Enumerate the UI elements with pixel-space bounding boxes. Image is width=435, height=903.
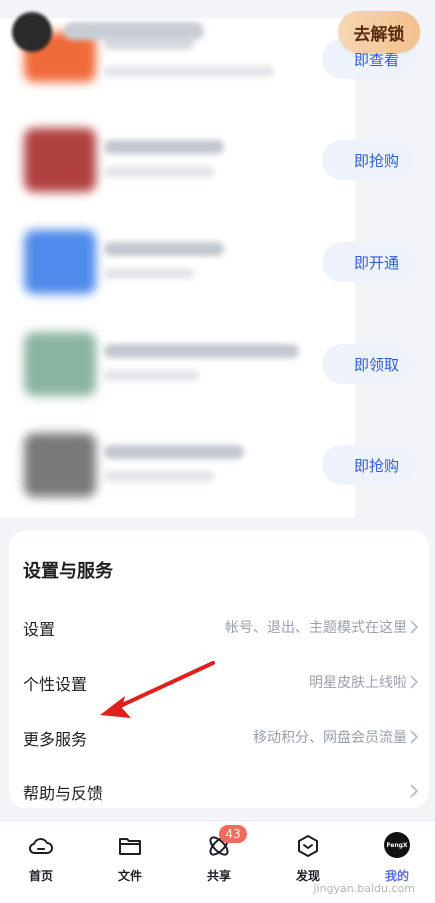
- chevron-right-icon: [410, 730, 419, 744]
- promo-row: 即抢购: [0, 425, 435, 505]
- promo-thumbnail: [24, 332, 96, 396]
- promo-title-blurred: [104, 445, 244, 459]
- row-label: 设置: [23, 620, 56, 639]
- promo-subtitle-blurred: [104, 268, 194, 279]
- settings-services-panel: 设置与服务 设置 帐号、退出、主题模式在这里 个性设置 明星皮肤上线啦 更多服务…: [9, 531, 429, 808]
- promo-thumbnail: [24, 230, 96, 294]
- username-blurred: [64, 22, 204, 40]
- promo-open-button[interactable]: 即开通: [322, 242, 416, 282]
- notification-badge: 43: [219, 825, 247, 843]
- row-label: 帮助与反馈: [23, 784, 104, 803]
- bottom-nav: 首页 文件 43 共享 发现 FengX 我的 jingyan.baidu.co…: [0, 820, 435, 903]
- nav-item-home[interactable]: 首页: [11, 829, 71, 889]
- nav-item-share[interactable]: 43 共享: [189, 825, 249, 889]
- promo-subtitle-blurred: [104, 166, 214, 177]
- nav-item-files[interactable]: 文件: [100, 829, 160, 889]
- promo-title-blurred: [104, 242, 224, 256]
- settings-row-help[interactable]: 帮助与反馈: [9, 764, 429, 818]
- settings-row-settings[interactable]: 设置 帐号、退出、主题模式在这里: [9, 600, 429, 654]
- chevron-right-icon: [410, 675, 419, 689]
- nav-label: 文件: [117, 869, 142, 883]
- folder-icon: [119, 838, 141, 855]
- unlock-button[interactable]: 去解锁: [338, 11, 420, 53]
- discover-icon: [298, 835, 318, 857]
- promo-row: 即开通: [0, 222, 435, 302]
- promo-subtitle-blurred: [104, 370, 199, 381]
- promo-subtitle-blurred: [104, 471, 214, 482]
- promo-thumbnail: [24, 128, 96, 192]
- promo-row: 即领取: [0, 324, 435, 404]
- nav-label: 共享: [206, 869, 231, 883]
- promo-row: 即抢购: [0, 120, 435, 200]
- avatar-icon: FengX: [384, 832, 410, 858]
- chevron-right-icon: [410, 620, 419, 634]
- settings-row-personalize[interactable]: 个性设置 明星皮肤上线啦: [9, 655, 429, 709]
- promo-buy-button[interactable]: 即抢购: [322, 140, 416, 180]
- nav-label: 首页: [28, 869, 53, 883]
- promo-title-blurred: [104, 140, 224, 154]
- top-header: 去解锁: [0, 0, 435, 64]
- row-label: 个性设置: [23, 675, 88, 694]
- row-description: 明星皮肤上线啦: [309, 675, 407, 691]
- row-description: 移动积分、网盘会员流量: [253, 730, 407, 746]
- chevron-right-icon: [410, 784, 419, 798]
- promo-title-blurred: [104, 344, 299, 358]
- panel-title: 设置与服务: [23, 561, 113, 582]
- nav-item-discover[interactable]: 发现: [278, 829, 338, 889]
- promo-claim-button[interactable]: 即领取: [322, 344, 416, 384]
- promo-subtitle-blurred: [104, 66, 274, 77]
- nav-item-mine[interactable]: FengX 我的: [367, 829, 427, 889]
- cloud-icon: [28, 838, 53, 854]
- settings-row-more-services[interactable]: 更多服务 移动积分、网盘会员流量: [9, 710, 429, 764]
- row-label: 更多服务: [23, 730, 88, 749]
- promo-buy-button[interactable]: 即抢购: [322, 445, 416, 485]
- row-description: 帐号、退出、主题模式在这里: [225, 620, 407, 636]
- watermark: jingyan.baidu.com: [313, 882, 415, 895]
- promo-thumbnail: [24, 433, 96, 497]
- avatar[interactable]: [12, 12, 52, 52]
